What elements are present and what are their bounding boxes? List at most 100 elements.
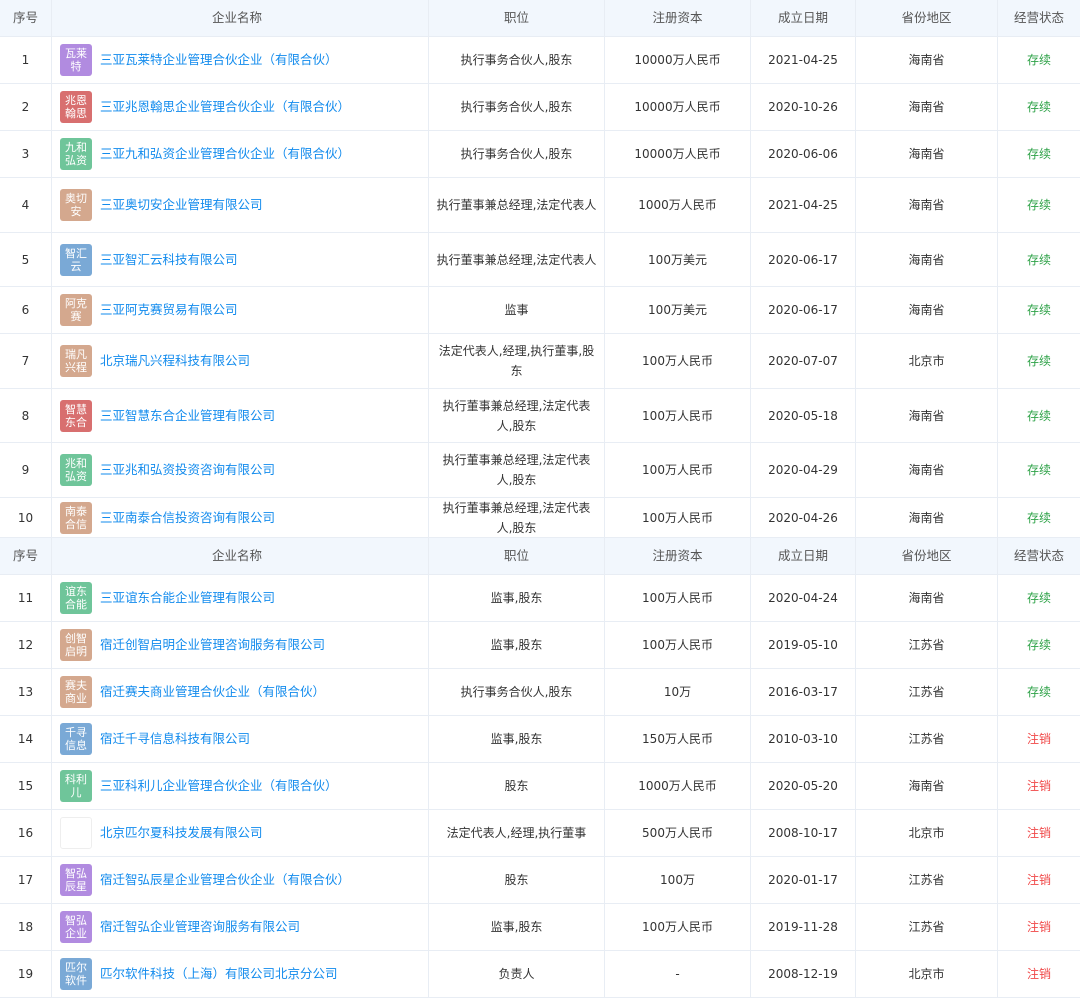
capital-cell: 100万美元 xyxy=(605,233,751,286)
header-capital: 注册资本 xyxy=(605,0,751,36)
company-name-link[interactable]: 三亚南泰合信投资咨询有限公司 xyxy=(100,508,275,528)
company-logo: 瑞凡兴程 xyxy=(60,345,92,377)
position-cell: 股东 xyxy=(429,857,605,903)
company-name-link[interactable]: 北京匹尔夏科技发展有限公司 xyxy=(100,823,263,843)
company-name-cell: 北京匹尔夏科技发展有限公司 xyxy=(52,810,429,856)
status-badge: 存续 xyxy=(1026,638,1051,652)
company-name-link[interactable]: 三亚九和弘资企业管理合伙企业（有限合伙） xyxy=(100,144,350,164)
company-name-link[interactable]: 宿迁智弘企业管理咨询服务有限公司 xyxy=(100,917,300,937)
date-cell: 2021-04-25 xyxy=(751,37,856,83)
row-seq: 3 xyxy=(0,131,52,177)
row-seq: 13 xyxy=(0,669,52,715)
row-seq: 5 xyxy=(0,233,52,286)
company-logo: 智慧东合 xyxy=(60,399,92,432)
row-seq: 12 xyxy=(0,622,52,668)
company-name-link[interactable]: 宿迁赛夫商业管理合伙企业（有限合伙） xyxy=(100,682,325,702)
header-province: 省份地区 xyxy=(856,538,998,574)
company-name-link[interactable]: 三亚兆和弘资投资咨询有限公司 xyxy=(100,460,275,480)
company-name-link[interactable]: 三亚智汇云科技有限公司 xyxy=(100,250,238,270)
table-row: 13 赛夫商业 宿迁赛夫商业管理合伙企业（有限合伙） 执行事务合伙人,股东 10万 201… xyxy=(0,669,1080,716)
company-name-cell: 千寻信息 宿迁千寻信息科技有限公司 xyxy=(52,716,429,762)
company-logo: 九和弘资 xyxy=(60,138,92,170)
date-cell: 2020-06-17 xyxy=(751,233,856,286)
position-cell: 法定代表人,经理,执行董事 xyxy=(429,810,605,856)
company-logo: 南泰合信 xyxy=(60,501,92,534)
position-cell: 股东 xyxy=(429,763,605,809)
row-seq: 15 xyxy=(0,763,52,809)
date-cell: 2020-01-17 xyxy=(751,857,856,903)
header-status: 经营状态 xyxy=(1013,548,1064,563)
company-logo: 阿克赛 xyxy=(60,294,92,326)
company-logo: 兆和弘资 xyxy=(60,454,92,486)
province-cell: 海南省 xyxy=(856,178,998,232)
company-name-link[interactable]: 北京瑞凡兴程科技有限公司 xyxy=(100,351,250,371)
date-cell: 2020-06-06 xyxy=(751,131,856,177)
company-name-cell: 智弘辰星 宿迁智弘辰星企业管理合伙企业（有限合伙） xyxy=(52,857,429,903)
row-seq: 9 xyxy=(0,443,52,497)
capital-cell: 10000万人民币 xyxy=(605,84,751,130)
table-row: 14 千寻信息 宿迁千寻信息科技有限公司 监事,股东 150万人民币 2010-03-10… xyxy=(0,716,1080,763)
date-cell: 2020-05-20 xyxy=(751,763,856,809)
company-logo: 智汇云 xyxy=(60,243,92,276)
row-seq: 8 xyxy=(0,389,52,442)
header-company-name: 企业名称 xyxy=(52,0,429,36)
status-badge: 存续 xyxy=(1026,354,1051,368)
company-name-link[interactable]: 宿迁智弘辰星企业管理合伙企业（有限合伙） xyxy=(100,870,350,890)
capital-cell: 100万人民币 xyxy=(605,575,751,621)
row-seq: 17 xyxy=(0,857,52,903)
status-badge: 存续 xyxy=(1026,198,1051,212)
company-logo: 匹尔软件 xyxy=(60,958,92,990)
date-cell: 2020-07-07 xyxy=(751,334,856,388)
header-date: 成立日期 xyxy=(751,538,856,574)
company-name-cell: 阿克赛 三亚阿克赛贸易有限公司 xyxy=(52,287,429,333)
table-row: 3 九和弘资 三亚九和弘资企业管理合伙企业（有限合伙） 执行事务合伙人,股东 10000… xyxy=(0,131,1080,178)
status-badge: 存续 xyxy=(1026,303,1051,317)
date-cell: 2010-03-10 xyxy=(751,716,856,762)
capital-cell: 10000万人民币 xyxy=(605,37,751,83)
table-row: 2 兆恩翰思 三亚兆恩翰思企业管理合伙企业（有限合伙） 执行事务合伙人,股东 10000… xyxy=(0,84,1080,131)
company-name-link[interactable]: 三亚智慧东合企业管理有限公司 xyxy=(100,406,275,426)
table-header: 序号 企业名称 职位 注册资本 成立日期 省份地区 经营状态 xyxy=(0,538,1080,575)
position-cell: 执行事务合伙人,股东 xyxy=(429,84,605,130)
company-name-link[interactable]: 宿迁创智启明企业管理咨询服务有限公司 xyxy=(100,635,325,655)
company-name-cell: 赛夫商业 宿迁赛夫商业管理合伙企业（有限合伙） xyxy=(52,669,429,715)
table-row: 8 智慧东合 三亚智慧东合企业管理有限公司 执行董事兼总经理,法定代表人,股东 100万… xyxy=(0,389,1080,443)
company-name-link[interactable]: 三亚阿克赛贸易有限公司 xyxy=(100,300,238,320)
company-name-link[interactable]: 三亚瓦莱特企业管理合伙企业（有限合伙） xyxy=(100,50,338,70)
table-row: 19 匹尔软件 匹尔软件科技（上海）有限公司北京分公司 负责人 -2008-12-19 北… xyxy=(0,951,1080,998)
province-cell: 江苏省 xyxy=(856,669,998,715)
province-cell: 海南省 xyxy=(856,84,998,130)
table-header: 序号 企业名称 职位 注册资本 成立日期 省份地区 经营状态 xyxy=(0,0,1080,37)
company-name-link[interactable]: 三亚谊东合能企业管理有限公司 xyxy=(100,588,275,608)
province-cell: 海南省 xyxy=(856,443,998,497)
table-row: 6 阿克赛 三亚阿克赛贸易有限公司 监事 100万美元 2020-06-17 海南省 存续 xyxy=(0,287,1080,334)
status-badge: 注销 xyxy=(1026,732,1051,746)
company-name-link[interactable]: 宿迁千寻信息科技有限公司 xyxy=(100,729,250,749)
company-name-cell: 创智启明 宿迁创智启明企业管理咨询服务有限公司 xyxy=(52,622,429,668)
header-seq: 序号 xyxy=(0,538,52,574)
status-badge: 注销 xyxy=(1026,967,1051,981)
company-logo: 谊东合能 xyxy=(60,582,92,614)
company-name-link[interactable]: 三亚兆恩翰思企业管理合伙企业（有限合伙） xyxy=(100,97,350,117)
company-name-link[interactable]: 匹尔软件科技（上海）有限公司北京分公司 xyxy=(100,964,338,984)
date-cell: 2020-04-24 xyxy=(751,575,856,621)
date-cell: 2020-05-18 xyxy=(751,389,856,442)
table-body-page2: 11 谊东合能 三亚谊东合能企业管理有限公司 监事,股东 100万人民币 2020-04-… xyxy=(0,575,1080,998)
capital-cell: 100万人民币 xyxy=(605,443,751,497)
status-badge: 存续 xyxy=(1026,147,1051,161)
province-cell: 江苏省 xyxy=(856,622,998,668)
table-row: 12 创智启明 宿迁创智启明企业管理咨询服务有限公司 监事,股东 100万人民币 2019… xyxy=(0,622,1080,669)
company-logo: 科利儿 xyxy=(60,770,92,802)
row-seq: 10 xyxy=(0,498,52,537)
table-row: 17 智弘辰星 宿迁智弘辰星企业管理合伙企业（有限合伙） 股东 100万 2020-01-… xyxy=(0,857,1080,904)
company-name-cell: 匹尔软件 匹尔软件科技（上海）有限公司北京分公司 xyxy=(52,951,429,997)
company-logo: 奥切安 xyxy=(60,189,92,221)
header-seq: 序号 xyxy=(0,0,52,36)
company-name-link[interactable]: 三亚奥切安企业管理有限公司 xyxy=(100,195,263,215)
investment-table: 序号 企业名称 职位 注册资本 成立日期 省份地区 经营状态 1 瓦莱特 三亚瓦莱特… xyxy=(0,0,1080,998)
company-name-cell: 智弘企业 宿迁智弘企业管理咨询服务有限公司 xyxy=(52,904,429,950)
capital-cell: 1000万人民币 xyxy=(605,763,751,809)
company-name-link[interactable]: 三亚科利儿企业管理合伙企业（有限合伙） xyxy=(100,776,338,796)
position-cell: 执行事务合伙人,股东 xyxy=(429,669,605,715)
row-seq: 4 xyxy=(0,178,52,232)
